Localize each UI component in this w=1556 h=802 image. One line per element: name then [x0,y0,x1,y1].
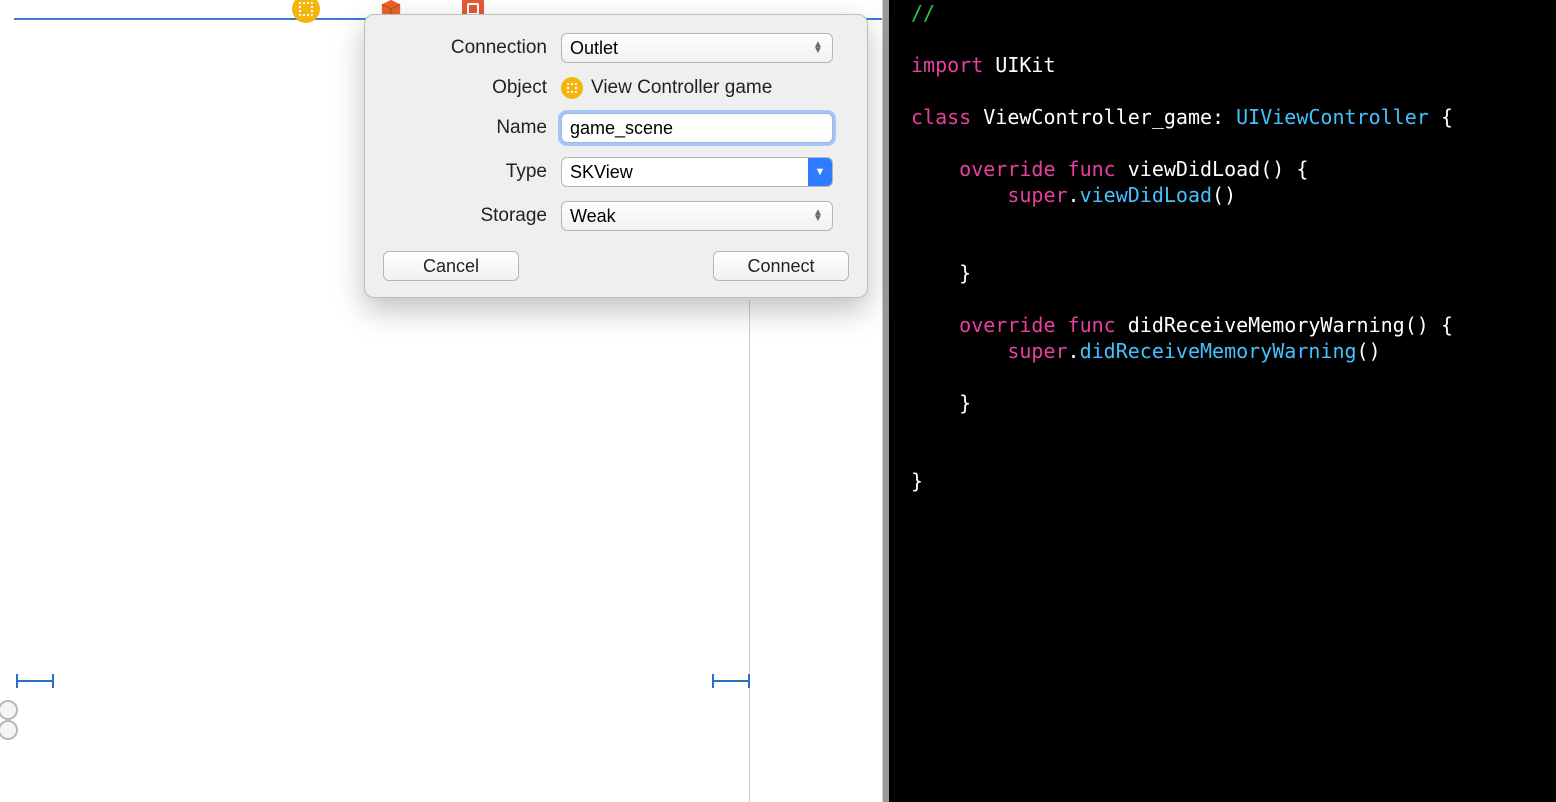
object-row: Object View Controller game [383,77,849,99]
storage-select[interactable]: Weak ▲▼ [561,201,833,231]
connect-button[interactable]: Connect [713,251,849,281]
type-combobox-value: SKView [562,162,808,183]
outlet-connection-popover: Connection Outlet ▲▼ Object View Control… [364,14,868,298]
object-value-text: View Controller game [591,77,772,99]
updown-icon: ▲▼ [810,210,826,222]
updown-icon: ▲▼ [810,42,826,54]
code-content: // import UIKit class ViewController_gam… [911,0,1556,494]
canvas-divider [749,300,750,802]
connection-label: Connection [383,37,561,59]
name-input[interactable] [561,113,833,143]
connection-select-value: Outlet [570,38,618,59]
constraint-indicator-right[interactable] [712,680,750,682]
connection-handle-icon[interactable] [0,720,18,740]
cancel-button[interactable]: Cancel [383,251,519,281]
storage-select-value: Weak [570,206,616,227]
storage-label: Storage [383,205,561,227]
constraint-indicator-left[interactable] [16,680,54,682]
connection-handle-icon[interactable] [0,700,18,720]
type-combobox[interactable]: SKView ▼ [561,157,833,187]
viewcontroller-chip-icon[interactable] [292,0,320,23]
connection-row: Connection Outlet ▲▼ [383,33,849,63]
chevron-down-icon: ▼ [808,158,832,186]
name-label: Name [383,117,561,139]
viewcontroller-chip-icon [561,77,583,99]
type-row: Type SKView ▼ [383,157,849,187]
connection-select[interactable]: Outlet ▲▼ [561,33,833,63]
name-row: Name [383,113,849,143]
type-label: Type [383,161,561,183]
source-editor[interactable]: // import UIKit class ViewController_gam… [883,0,1556,802]
object-label: Object [383,77,561,99]
popover-button-row: Cancel Connect [383,251,849,281]
storage-row: Storage Weak ▲▼ [383,201,849,231]
interface-builder-canvas[interactable]: Connection Outlet ▲▼ Object View Control… [0,0,883,802]
